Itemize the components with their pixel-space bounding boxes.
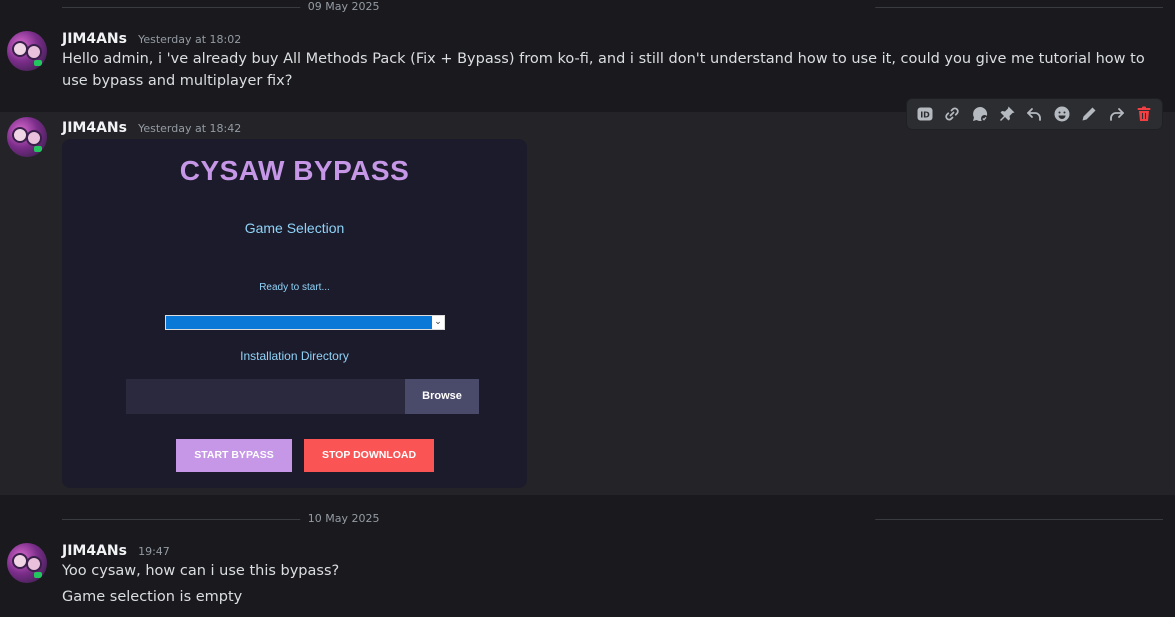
reply-icon[interactable] bbox=[1021, 101, 1047, 127]
author-name[interactable]: JIM4ANs bbox=[62, 543, 127, 559]
install-dir-label: Installation Directory bbox=[240, 349, 349, 363]
avatar[interactable] bbox=[7, 31, 47, 71]
start-bypass-button[interactable]: START BYPASS bbox=[176, 439, 292, 472]
message-timestamp: 19:47 bbox=[138, 545, 170, 558]
message-text: Hello admin, i 've already buy All Metho… bbox=[62, 51, 1145, 89]
edit-icon[interactable] bbox=[1076, 101, 1102, 127]
app-title: CYSAW BYPASS bbox=[179, 155, 410, 186]
game-selection-label: Game Selection bbox=[244, 220, 345, 236]
pin-icon[interactable] bbox=[994, 101, 1020, 127]
message-timestamp: Yesterday at 18:42 bbox=[138, 122, 242, 135]
thread-icon[interactable] bbox=[967, 101, 993, 127]
date-divider-label: 10 May 2025 bbox=[299, 512, 876, 526]
author-name[interactable]: JIM4ANs bbox=[62, 120, 127, 136]
chat-window: 09 May 2025 JIM4ANs Yesterday at 18:02 H… bbox=[0, 0, 1175, 617]
install-dir-input[interactable] bbox=[126, 379, 405, 414]
message-timestamp: Yesterday at 18:02 bbox=[138, 33, 242, 46]
status-text: Ready to start... bbox=[259, 282, 330, 293]
message[interactable]: JIM4ANs 19:47 Yoo cysaw, how can i use t… bbox=[0, 536, 1175, 617]
stop-download-button[interactable]: STOP DOWNLOAD bbox=[304, 439, 434, 472]
forward-icon[interactable] bbox=[1104, 101, 1130, 127]
svg-text:ID: ID bbox=[920, 111, 930, 120]
link-icon[interactable] bbox=[939, 101, 965, 127]
date-divider: 10 May 2025 bbox=[0, 512, 1175, 526]
message-text: Game selection is empty bbox=[62, 589, 243, 605]
emoji-icon[interactable] bbox=[1049, 101, 1075, 127]
id-icon[interactable]: ID bbox=[912, 101, 938, 127]
avatar[interactable] bbox=[7, 543, 47, 583]
game-select[interactable]: ⌄ bbox=[165, 315, 445, 330]
avatar[interactable] bbox=[7, 117, 47, 157]
author-name[interactable]: JIM4ANs bbox=[62, 31, 127, 47]
image-attachment[interactable]: CYSAW BYPASS Game Selection Ready to sta… bbox=[62, 139, 527, 488]
date-divider-label: 09 May 2025 bbox=[299, 0, 876, 14]
date-divider: 09 May 2025 bbox=[0, 0, 1175, 14]
delete-icon[interactable] bbox=[1131, 101, 1157, 127]
message-actions-toolbar: ID bbox=[906, 98, 1163, 130]
message-text: Yoo cysaw, how can i use this bypass? bbox=[62, 563, 340, 579]
browse-button[interactable]: Browse bbox=[405, 379, 479, 414]
chevron-down-icon[interactable]: ⌄ bbox=[432, 316, 444, 329]
